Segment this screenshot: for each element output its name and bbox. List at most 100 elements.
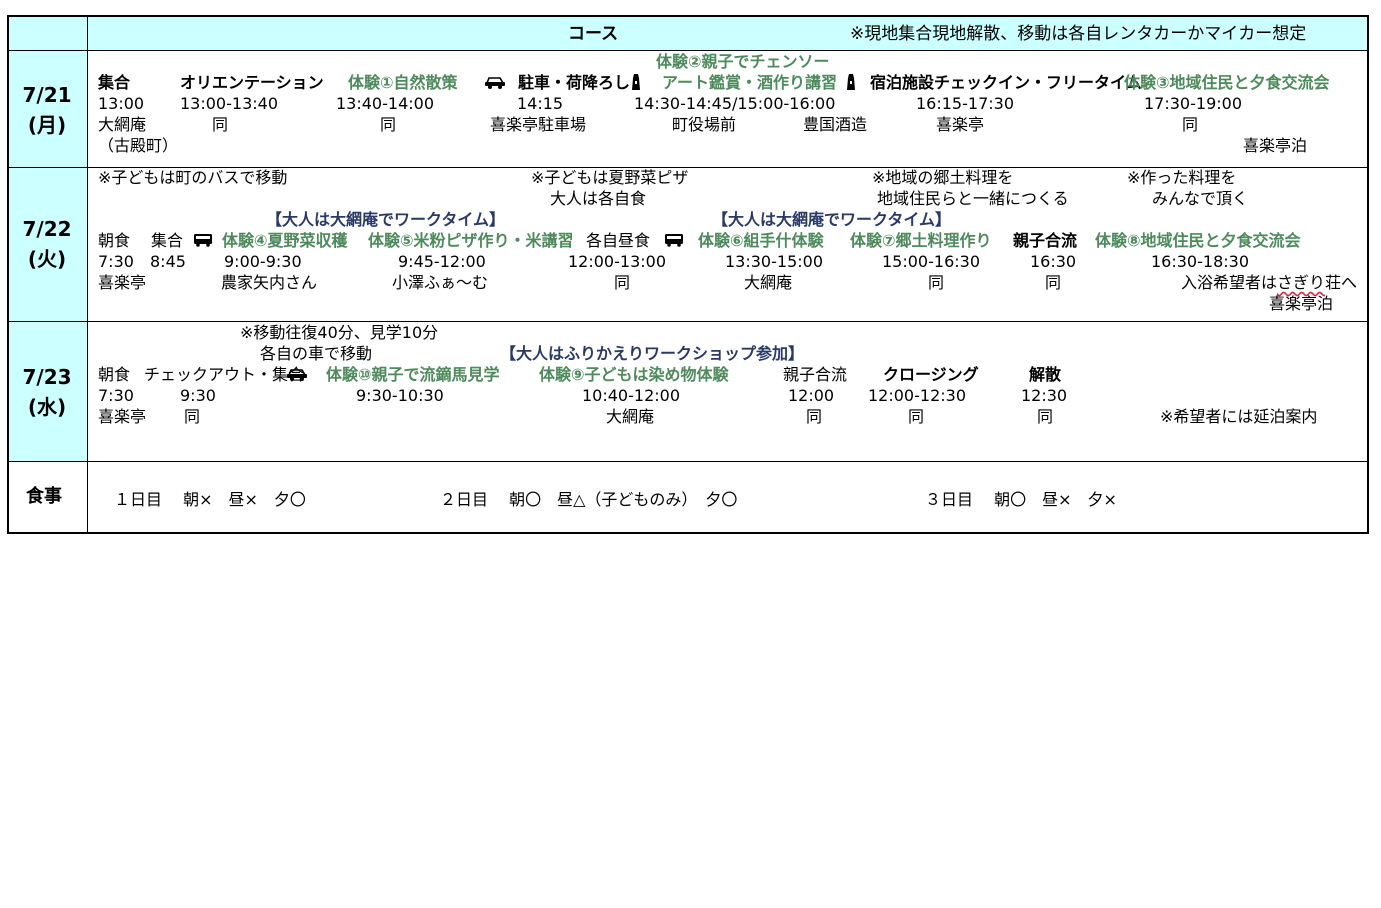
weekday-day2: (火) — [27, 247, 67, 271]
corner-cell — [7, 15, 88, 51]
day3-item-rejoin: 親子合流 — [783, 365, 848, 384]
day2-note-local: ※地域の郷土料理を — [872, 168, 1014, 187]
day1-place-2: 同 — [212, 115, 229, 134]
header-note: ※現地集合現地解散、移動は各自レンタカーかマイカー想定 — [850, 24, 1307, 44]
day1-item-gather: 集合 — [98, 73, 131, 92]
day2-time-5: 12:00-13:00 — [568, 252, 666, 271]
day3-place-1: 喜楽亭 — [98, 407, 147, 426]
day2-place-7: 同 — [1045, 273, 1062, 292]
weekday-day1: (月) — [27, 113, 67, 137]
day1-stay: 喜楽亭泊 — [1243, 136, 1308, 155]
day2-time-8: 16:30 — [1030, 252, 1077, 271]
day2-place-3: 小澤ふぁ～む — [392, 273, 489, 292]
day2-stay: 喜楽亭泊 — [1269, 294, 1334, 313]
day3-time-2: 9:30 — [180, 386, 216, 405]
day2-adult-note-1: 【大人は大網庵でワークタイム】 — [266, 210, 506, 229]
tower-icon — [845, 72, 857, 98]
bus-icon — [664, 233, 684, 253]
day2-place-5: 大網庵 — [744, 273, 793, 292]
day1-item-checkin: 宿泊施設チェックイン・フリータイム — [870, 73, 1142, 92]
day3-place-4: 同 — [806, 407, 823, 426]
day2-note-eat: ※作った料理を — [1127, 168, 1237, 187]
day3-note-move: ※移動往復40分、見学10分 — [240, 323, 439, 342]
day2-item-exp6: 体験⑥組手什体験 — [698, 231, 824, 250]
day1-item-orientation: オリエンテーション — [180, 73, 324, 92]
day2-place-1: 喜楽亭 — [98, 273, 147, 292]
day2-item-exp7: 体験⑦郷土料理作り — [850, 231, 992, 250]
bath-note-prefix: 入浴希望者は — [1181, 273, 1278, 292]
day2-item-rejoin: 親子合流 — [1013, 231, 1078, 250]
day1-place-7: 喜楽亭 — [936, 115, 985, 134]
day1-place-1: 大網庵 — [98, 115, 147, 134]
day2-time-2: 8:45 — [150, 252, 186, 271]
day1-time-4: 14:15 — [517, 94, 564, 113]
date-day2: 7/22 — [22, 217, 72, 241]
day2-item-gather: 集合 — [151, 231, 184, 250]
day2-item-exp8: 体験⑧地域住民と夕食交流会 — [1095, 231, 1301, 250]
day2-note-pizza: ※子どもは夏野菜ピザ — [531, 168, 689, 187]
day2-place-4: 同 — [614, 273, 631, 292]
day3-place-2: 同 — [184, 407, 201, 426]
day2-time-9: 16:30-18:30 — [1151, 252, 1249, 271]
car-icon — [484, 75, 506, 95]
day1-place-5: 町役場前 — [672, 115, 737, 134]
day2-item-breakfast: 朝食 — [98, 231, 131, 250]
day2-time-4: 9:45-12:00 — [398, 252, 486, 271]
day2-note-adult-lunch: 大人は各自食 — [550, 189, 647, 208]
day2-note-bus: ※子どもは町のバスで移動 — [98, 168, 288, 187]
day1-item-parking: 駐車・荷降ろし — [518, 73, 631, 92]
day3-item-dismiss: 解散 — [1029, 365, 1062, 384]
day3-item-exp9: 体験⑨子どもは染め物体験 — [539, 365, 729, 384]
day3-note-car: 各自の車で移動 — [260, 344, 373, 363]
day1-time-2: 13:00-13:40 — [180, 94, 278, 113]
day1-place-3: 同 — [380, 115, 397, 134]
date-day3: 7/23 — [22, 365, 72, 389]
day3-item-closing: クロージング — [883, 365, 979, 384]
bath-note-name: さぎり — [1277, 273, 1326, 292]
weekday-day3: (水) — [27, 395, 67, 419]
course-label: コース — [568, 24, 619, 44]
day2-time-3: 9:00-9:30 — [224, 252, 302, 271]
day3-adult-note: 【大人はふりかえりワークショップ参加】 — [500, 344, 805, 363]
day3-item-breakfast: 朝食 — [98, 365, 131, 384]
day3-time-7: 12:30 — [1021, 386, 1068, 405]
day3-time-6: 12:00-12:30 — [868, 386, 966, 405]
day1-item-art: アート鑑賞・酒作り講習 — [662, 73, 838, 92]
schedule-sheet: コース ※現地集合現地解散、移動は各自レンタカーかマイカー想定 7/21 (月)… — [0, 0, 1381, 908]
day2-time-1: 7:30 — [98, 252, 134, 271]
bath-note-suffix: 荘へ — [1325, 273, 1358, 292]
day1-place-4: 喜楽亭駐車場 — [490, 115, 587, 134]
day3-time-4: 10:40-12:00 — [582, 386, 680, 405]
day1-time-1: 13:00 — [98, 94, 145, 113]
meal-label: 食事 — [26, 486, 62, 507]
meal-day3: ３日目 朝〇 昼× 夕× — [925, 490, 1117, 509]
day1-item-exp1: 体験①自然散策 — [348, 73, 458, 92]
day1-time-6: 16:15-17:30 — [916, 94, 1014, 113]
day1-time-3: 13:40-14:00 — [336, 94, 434, 113]
day3-place-3: 大網庵 — [606, 407, 655, 426]
day3-item-checkout: チェックアウト・集合 — [144, 365, 305, 384]
day2-bath-note: 入浴希望者はさぎり荘へ — [1181, 273, 1357, 293]
day2-item-exp4: 体験④夏野菜収穫 — [222, 231, 348, 250]
day3-place-6: 同 — [1037, 407, 1054, 426]
day1-place-6: 豊国酒造 — [803, 115, 868, 134]
day1-place-8: 同 — [1182, 115, 1199, 134]
day3-time-1: 7:30 — [98, 386, 134, 405]
meal-day1: １日目 朝× 昼× 夕〇 — [114, 490, 306, 509]
day3-item-exp10: 体験⑩親子で流鏑馬見学 — [326, 365, 500, 384]
date-day1: 7/21 — [22, 83, 72, 107]
meal-day2: ２日目 朝〇 昼△（子どものみ） 夕〇 — [440, 490, 738, 509]
day2-item-exp5: 体験⑤米粉ピザ作り・米講習 — [368, 231, 574, 250]
bus-icon — [193, 233, 213, 253]
car-icon — [286, 367, 308, 387]
day2-item-lunch: 各自昼食 — [586, 231, 651, 250]
day3-time-3: 9:30-10:30 — [356, 386, 444, 405]
day2-note-local2: 地域住民らと一緒につくる — [877, 189, 1069, 208]
day1-time-5: 14:30-14:45/15:00-16:00 — [634, 94, 836, 113]
day1-item-exp3: 体験③地域住民と夕食交流会 — [1124, 73, 1330, 92]
day2-place-2: 農家矢内さん — [221, 273, 318, 292]
day3-extend-note: ※希望者には延泊案内 — [1160, 407, 1318, 426]
day1-place-sub: （古殿町） — [98, 136, 179, 155]
day1-time-7: 17:30-19:00 — [1144, 94, 1242, 113]
day2-note-eat2: みんなで頂く — [1152, 189, 1249, 208]
